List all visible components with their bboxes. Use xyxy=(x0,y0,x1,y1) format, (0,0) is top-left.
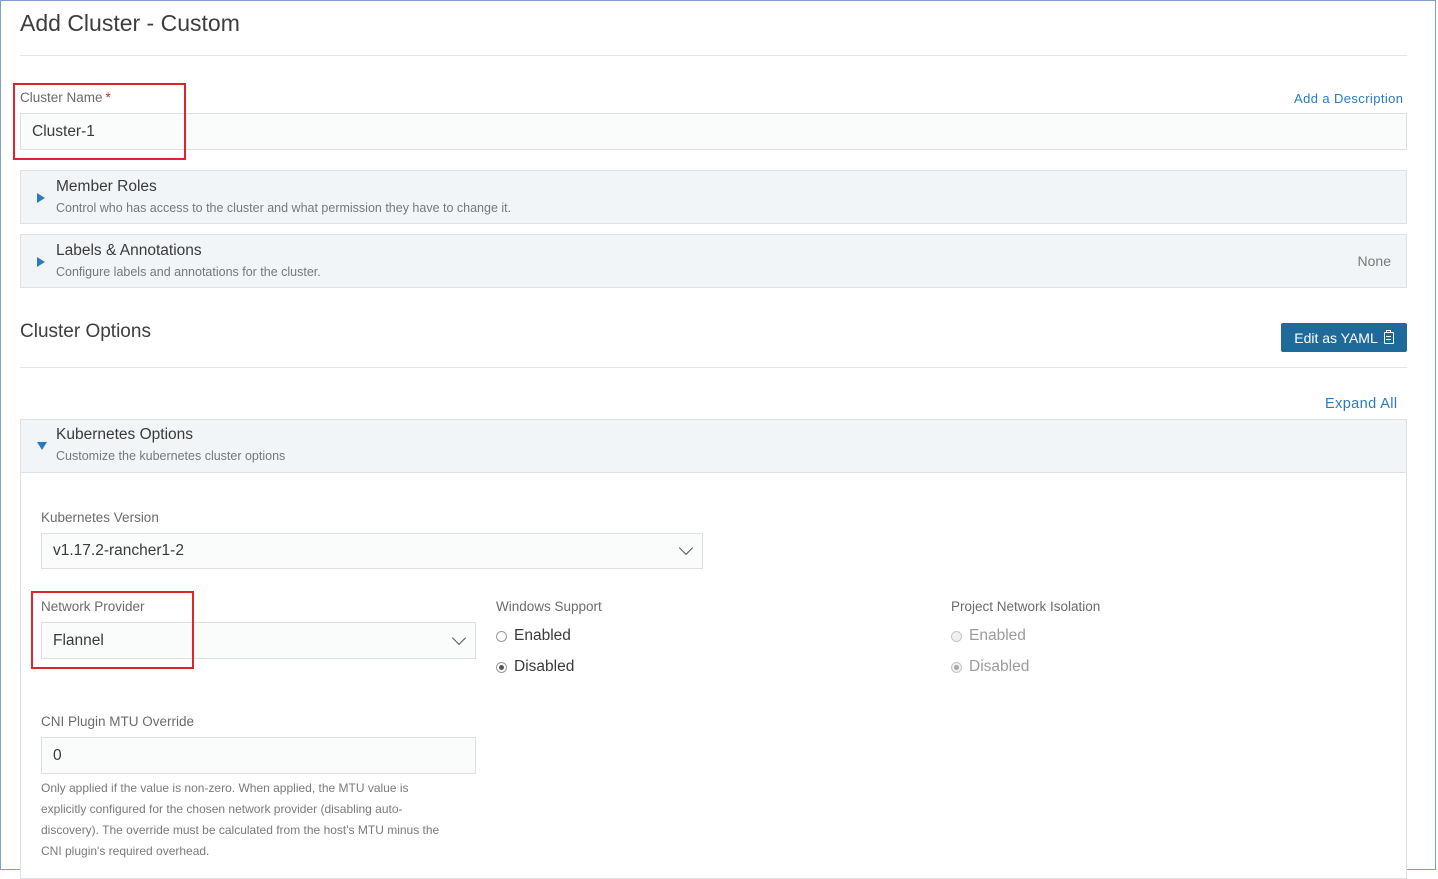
member-roles-title: Member Roles xyxy=(56,178,157,195)
kubernetes-version-label: Kubernetes Version xyxy=(41,510,159,525)
cni-mtu-input[interactable]: 0 xyxy=(41,737,476,774)
cluster-options-title: Cluster Options xyxy=(20,321,151,342)
radio-button-disabled-selected[interactable] xyxy=(951,661,962,673)
chevron-down-icon xyxy=(678,540,694,556)
labels-annotations-description: Configure labels and annotations for the… xyxy=(56,265,321,279)
kubernetes-version-select[interactable]: v1.17.2-rancher1-2 xyxy=(41,533,703,569)
kubernetes-version-value: v1.17.2-rancher1-2 xyxy=(53,542,184,559)
windows-support-label: Windows Support xyxy=(496,599,602,614)
windows-support-disabled-option[interactable]: Disabled xyxy=(496,658,574,676)
header-divider xyxy=(20,55,1407,56)
help-line: explicitly configured for the chosen net… xyxy=(41,802,403,816)
help-line: CNI plugin's required overhead. xyxy=(41,844,210,858)
radio-button-selected[interactable] xyxy=(496,661,507,673)
clipboard-icon xyxy=(1383,329,1394,344)
project-network-isolation-label: Project Network Isolation xyxy=(951,599,1101,614)
labels-status: None xyxy=(1357,253,1391,269)
radio-button-disabled[interactable] xyxy=(951,630,962,642)
kubernetes-options-title: Kubernetes Options xyxy=(56,426,194,443)
add-description-link[interactable]: Add a Description xyxy=(1294,91,1403,106)
kubernetes-options-header[interactable]: Kubernetes Options Customize the kuberne… xyxy=(20,419,1407,473)
kubernetes-options-description: Customize the kubernetes cluster options xyxy=(56,449,286,463)
edit-as-yaml-label: Edit as YAML xyxy=(1294,329,1378,346)
network-isolation-disabled-option[interactable]: Disabled xyxy=(951,658,1029,676)
cni-mtu-help-text: Only applied if the value is non-zero. W… xyxy=(41,778,481,862)
highlight-box-cluster-name xyxy=(13,83,186,160)
collapse-arrow-icon xyxy=(37,442,47,450)
cni-mtu-value: 0 xyxy=(53,746,62,764)
member-roles-panel[interactable]: Member Roles Control who has access to t… xyxy=(20,170,1407,224)
highlight-box-network-provider xyxy=(31,591,194,669)
network-isolation-enabled-label: Enabled xyxy=(969,627,1026,644)
expand-arrow-icon xyxy=(37,257,45,267)
chevron-down-icon xyxy=(451,630,467,646)
windows-support-enabled-option[interactable]: Enabled xyxy=(496,627,571,645)
page-title: Add Cluster - Custom xyxy=(20,10,240,36)
cni-mtu-label: CNI Plugin MTU Override xyxy=(41,714,195,729)
windows-support-enabled-label: Enabled xyxy=(514,627,571,644)
labels-annotations-title: Labels & Annotations xyxy=(56,242,202,259)
cluster-options-divider xyxy=(20,367,1407,368)
member-roles-description: Control who has access to the cluster an… xyxy=(56,201,512,215)
help-line: discovery). The override must be calcula… xyxy=(41,823,440,837)
windows-support-disabled-label: Disabled xyxy=(514,658,575,675)
radio-button[interactable] xyxy=(496,630,507,642)
labels-annotations-panel[interactable]: Labels & Annotations Configure labels an… xyxy=(20,234,1407,288)
network-isolation-disabled-label: Disabled xyxy=(969,658,1030,675)
cluster-name-input[interactable]: Cluster-1 xyxy=(20,113,1407,150)
help-line: Only applied if the value is non-zero. W… xyxy=(41,781,409,795)
expand-arrow-icon xyxy=(37,193,45,203)
expand-all-link[interactable]: Expand All xyxy=(1325,396,1398,412)
edit-as-yaml-button[interactable]: Edit as YAML xyxy=(1281,323,1407,352)
network-isolation-enabled-option[interactable]: Enabled xyxy=(951,627,1026,645)
